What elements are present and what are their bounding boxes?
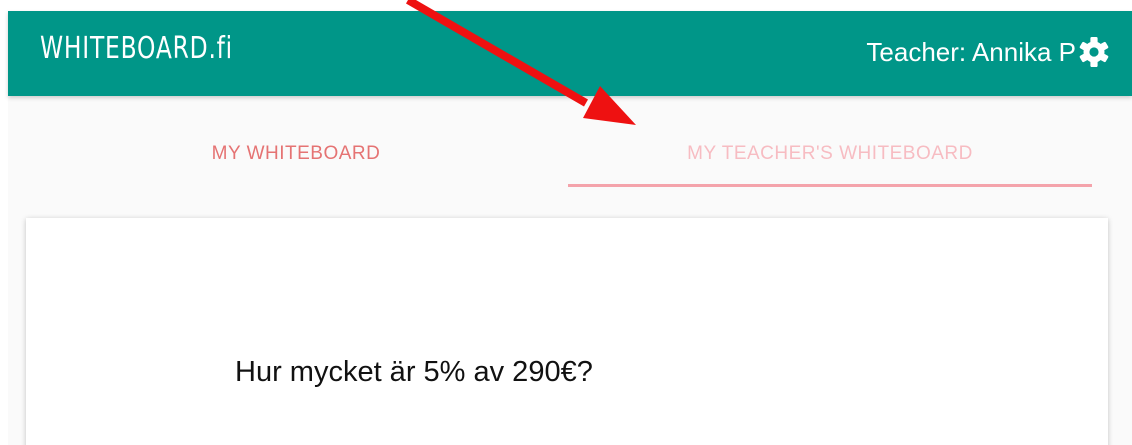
whiteboard-question-text: Hur mycket är 5% av 290€? xyxy=(235,356,593,388)
top-app-bar: WHITEBOARD.fi Teacher: Annika P xyxy=(8,11,1132,96)
gear-icon[interactable] xyxy=(1076,34,1112,70)
board-tabs: MY WHITEBOARD MY TEACHER'S WHITEBOARD xyxy=(8,96,1132,188)
app-logo[interactable]: WHITEBOARD.fi xyxy=(40,31,233,66)
teacher-name-label: Teacher: Annika P xyxy=(866,37,1076,67)
page: WHITEBOARD.fi Teacher: Annika P MY WHITE… xyxy=(0,0,1132,445)
active-tab-indicator xyxy=(568,184,1092,187)
gear-icon-graphic xyxy=(1079,37,1109,67)
whiteboard-canvas[interactable]: Hur mycket är 5% av 290€? xyxy=(26,218,1108,445)
tab-my-whiteboard[interactable]: MY WHITEBOARD xyxy=(38,96,554,188)
tab-teachers-whiteboard[interactable]: MY TEACHER'S WHITEBOARD xyxy=(568,96,1092,188)
whiteboard-app: WHITEBOARD.fi Teacher: Annika P MY WHITE… xyxy=(8,11,1132,445)
